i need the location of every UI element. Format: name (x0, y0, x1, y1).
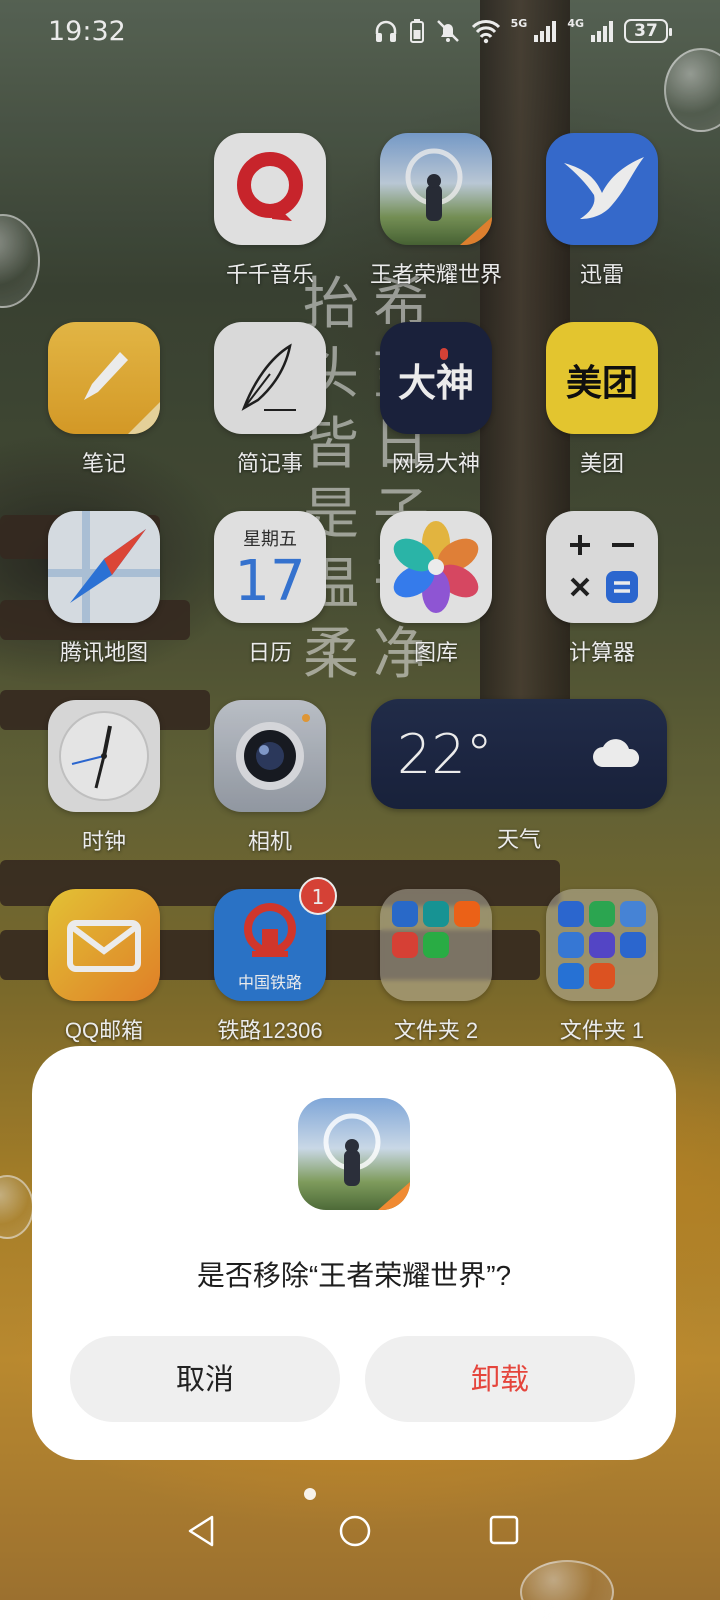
home-icon[interactable] (338, 1514, 372, 1548)
recents-icon[interactable] (488, 1514, 520, 1546)
wangzhe-world-icon (298, 1098, 410, 1210)
back-icon[interactable] (186, 1514, 218, 1548)
dialog-title: 是否移除“王者荣耀世界”? (196, 1260, 512, 1291)
cancel-button[interactable]: 取消 (70, 1336, 340, 1422)
navigation-bar (0, 1490, 720, 1600)
remove-app-dialog: 是否移除“王者荣耀世界”? 取消 卸载 (32, 1046, 676, 1460)
uninstall-button[interactable]: 卸载 (365, 1336, 635, 1422)
